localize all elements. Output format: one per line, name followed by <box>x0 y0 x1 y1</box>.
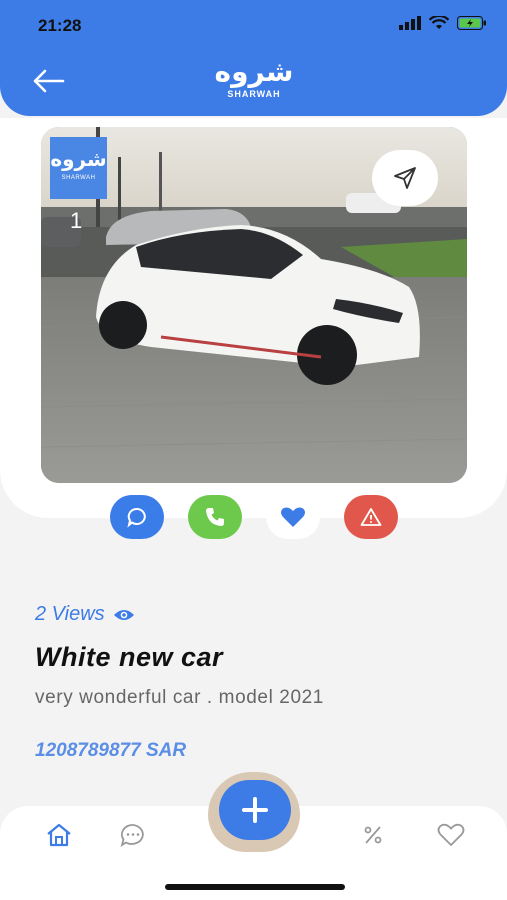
signal-icon <box>399 16 421 30</box>
phone-icon <box>206 508 224 526</box>
heart-icon <box>281 507 305 527</box>
chat-icon <box>120 824 144 847</box>
nav-offers[interactable] <box>358 822 388 848</box>
watermark-word: SHARWAH <box>61 175 96 181</box>
wifi-icon <box>429 16 449 29</box>
status-time: 21:28 <box>38 16 82 35</box>
chat-button[interactable] <box>110 495 164 539</box>
home-indicator <box>165 884 345 890</box>
status-bar: 21:28 <box>0 0 507 50</box>
listing-description: very wonderful car . model 2021 <box>35 687 324 708</box>
listing-price: 1208789877 SAR <box>35 740 187 761</box>
watermark-glyph: شروه <box>50 147 107 171</box>
add-listing-button[interactable] <box>219 780 291 840</box>
plus-icon <box>242 797 268 823</box>
arrow-left-icon <box>33 69 65 93</box>
battery-icon <box>457 16 486 30</box>
views-text: 2 Views <box>35 603 105 625</box>
listing-title: White new car <box>35 642 224 672</box>
share-button[interactable] <box>372 150 438 206</box>
views-count: 2 Views <box>35 603 135 626</box>
heart-outline-icon <box>437 823 465 847</box>
nav-home[interactable] <box>44 822 74 848</box>
favorite-button[interactable] <box>266 495 320 539</box>
call-button[interactable] <box>188 495 242 539</box>
action-row <box>0 495 507 540</box>
image-counter: 1 <box>70 208 83 233</box>
send-icon <box>394 167 416 189</box>
brand-logo: شروه SHARWAH <box>208 58 300 110</box>
chat-bubble-icon <box>127 507 146 528</box>
eye-icon <box>113 609 134 620</box>
warning-icon <box>360 508 382 526</box>
percent-icon <box>364 826 382 844</box>
logo-glyph: شروه <box>214 55 294 88</box>
logo-word: SHARWAH <box>227 89 281 99</box>
report-button[interactable] <box>344 495 398 539</box>
watermark-logo: شروه SHARWAH <box>50 137 107 199</box>
nav-favorites[interactable] <box>436 822 466 848</box>
back-button[interactable] <box>30 66 70 96</box>
nav-chat[interactable] <box>118 822 148 848</box>
home-icon <box>47 823 71 847</box>
